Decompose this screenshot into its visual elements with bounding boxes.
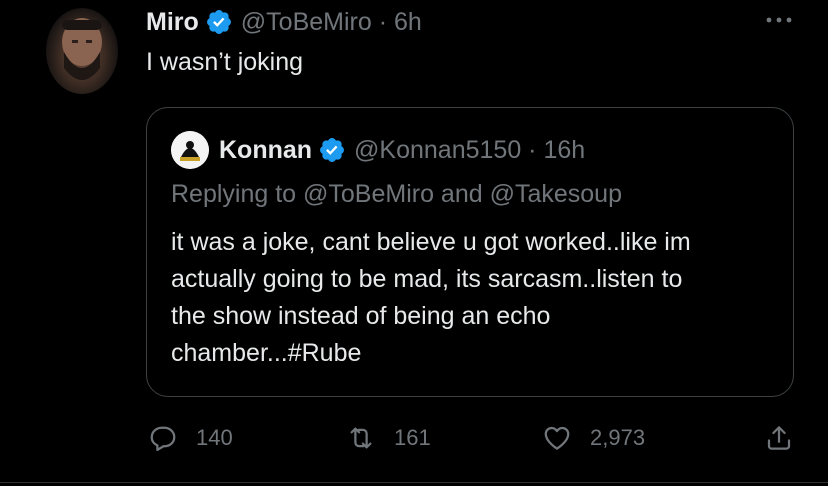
like-icon xyxy=(544,426,570,450)
quoted-tweet-text: it was a joke, cant believe u got worked… xyxy=(171,224,781,372)
like-count: 2,973 xyxy=(590,425,646,450)
share-button[interactable] xyxy=(764,418,812,458)
quoted-author-handle-time[interactable]: @Konnan5150 · 16h xyxy=(354,136,585,165)
quoted-tweet-header: Konnan @Konnan5150 · 16h xyxy=(171,130,585,170)
quoted-tweet-line: the show instead of being an echo xyxy=(171,302,551,330)
verified-badge-icon xyxy=(318,136,346,164)
quoted-tweet-line: it was a joke, cant believe u got worked… xyxy=(171,228,691,256)
retweet-button[interactable]: 161 xyxy=(346,418,431,458)
reply-count: 140 xyxy=(196,425,233,450)
tweet[interactable]: Miro @ToBeMiro · 6h I wasn’t joking Konn… xyxy=(0,0,828,486)
quoted-author-avatar[interactable] xyxy=(171,131,209,169)
like-button[interactable]: 2,973 xyxy=(542,418,645,458)
quoted-tweet-line: chamber...#Rube xyxy=(171,339,362,367)
share-icon xyxy=(767,426,791,450)
author-handle-time[interactable]: @ToBeMiro · 6h xyxy=(241,8,422,37)
verified-badge-icon xyxy=(205,8,233,36)
replying-to[interactable]: Replying to @ToBeMiro and @Takesoup xyxy=(171,180,622,209)
reply-button[interactable]: 140 xyxy=(148,418,233,458)
divider xyxy=(0,482,828,483)
reply-icon xyxy=(150,426,176,451)
quoted-tweet[interactable]: Konnan @Konnan5150 · 16h Replying to @To… xyxy=(146,107,794,397)
quoted-author-name[interactable]: Konnan xyxy=(219,136,312,165)
more-options-icon[interactable] xyxy=(764,10,794,30)
quoted-tweet-line: actually going to be mad, its sarcasm..l… xyxy=(171,265,683,293)
tweet-header: Miro @ToBeMiro · 6h xyxy=(146,4,422,40)
retweet-count: 161 xyxy=(394,425,431,450)
retweet-icon xyxy=(350,427,372,449)
author-avatar[interactable] xyxy=(46,8,118,94)
author-name[interactable]: Miro xyxy=(146,8,199,37)
tweet-actions: 140 161 2,973 xyxy=(0,418,828,458)
tweet-text: I wasn’t joking xyxy=(146,48,304,76)
